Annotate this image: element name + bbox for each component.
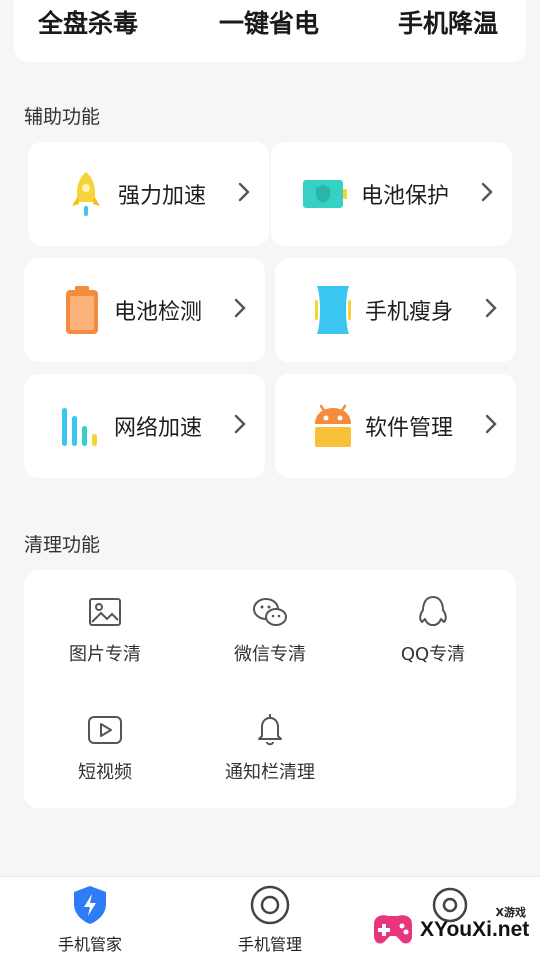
chevron-right-icon bbox=[485, 414, 497, 434]
chevron-right-icon bbox=[485, 298, 497, 318]
tab-label: 手机管理 bbox=[237, 935, 302, 954]
tab-phone-manage[interactable]: 手机管理 bbox=[210, 883, 330, 955]
signal-bars-icon bbox=[62, 408, 97, 446]
quick-antivirus[interactable]: 全盘杀毒 bbox=[38, 4, 138, 40]
chevron-right-icon bbox=[234, 414, 246, 434]
clean-item-qq[interactable]: QQ专清 bbox=[358, 592, 508, 666]
clean-functions-card: 图片专清 微信专清 QQ专清 短视频 通知栏清理 bbox=[24, 570, 516, 808]
clean-item-notification[interactable]: 通知栏清理 bbox=[195, 710, 345, 784]
feature-label: 强力加速 bbox=[118, 184, 207, 209]
feature-card-network-boost[interactable]: 网络加速 bbox=[24, 374, 265, 478]
feature-label: 手机瘦身 bbox=[365, 300, 454, 325]
section-title-clean: 清理功能 bbox=[24, 534, 101, 556]
chevron-right-icon bbox=[238, 182, 250, 202]
tab-label: 手机管家 bbox=[57, 935, 122, 954]
battery-shield-icon bbox=[303, 180, 347, 208]
quick-cool-down[interactable]: 手机降温 bbox=[398, 4, 498, 40]
gamepad-icon bbox=[374, 915, 412, 944]
clean-label: QQ专清 bbox=[400, 644, 466, 665]
wechat-icon bbox=[253, 598, 287, 626]
clean-item-short-video[interactable]: 短视频 bbox=[30, 710, 180, 784]
chevron-right-icon bbox=[234, 298, 246, 318]
feature-card-battery-check[interactable]: 电池检测 bbox=[24, 258, 265, 362]
quick-power-save[interactable]: 一键省电 bbox=[219, 4, 319, 40]
android-icon bbox=[315, 404, 351, 447]
chevron-right-icon bbox=[481, 182, 493, 202]
watermark: X游戏 XYouXi.net bbox=[368, 896, 540, 960]
clean-item-wechat[interactable]: 微信专清 bbox=[195, 592, 345, 666]
feature-card-battery-protect[interactable]: 电池保护 bbox=[271, 142, 512, 246]
tab-phone-butler[interactable]: 手机管家 bbox=[30, 883, 150, 955]
feature-card-app-manage[interactable]: 软件管理 bbox=[275, 374, 516, 478]
feature-label: 网络加速 bbox=[114, 416, 203, 441]
qq-icon bbox=[419, 596, 447, 626]
section-title-assist: 辅助功能 bbox=[24, 106, 101, 128]
battery-icon bbox=[66, 286, 98, 334]
feature-card-boost[interactable]: 强力加速 bbox=[28, 142, 269, 246]
bell-icon bbox=[258, 714, 282, 746]
shield-bolt-icon bbox=[74, 886, 106, 924]
top-quick-actions: 全盘杀毒 一键省电 手机降温 bbox=[14, 0, 526, 62]
feature-label: 软件管理 bbox=[365, 416, 454, 441]
image-icon bbox=[89, 598, 121, 626]
feature-label: 电池保护 bbox=[361, 184, 450, 209]
watermark-text: XYouXi.net bbox=[420, 918, 530, 941]
clean-label: 通知栏清理 bbox=[225, 762, 315, 783]
feature-label: 电池检测 bbox=[114, 300, 203, 325]
clean-label: 微信专清 bbox=[234, 644, 306, 665]
clean-item-photos[interactable]: 图片专清 bbox=[30, 592, 180, 666]
circle-target-icon bbox=[250, 885, 290, 925]
rocket-icon bbox=[72, 172, 100, 216]
video-icon bbox=[88, 716, 122, 744]
clean-label: 短视频 bbox=[78, 762, 132, 783]
phone-slim-icon bbox=[315, 286, 351, 334]
feature-card-phone-slim[interactable]: 手机瘦身 bbox=[275, 258, 516, 362]
clean-label: 图片专清 bbox=[69, 644, 141, 665]
